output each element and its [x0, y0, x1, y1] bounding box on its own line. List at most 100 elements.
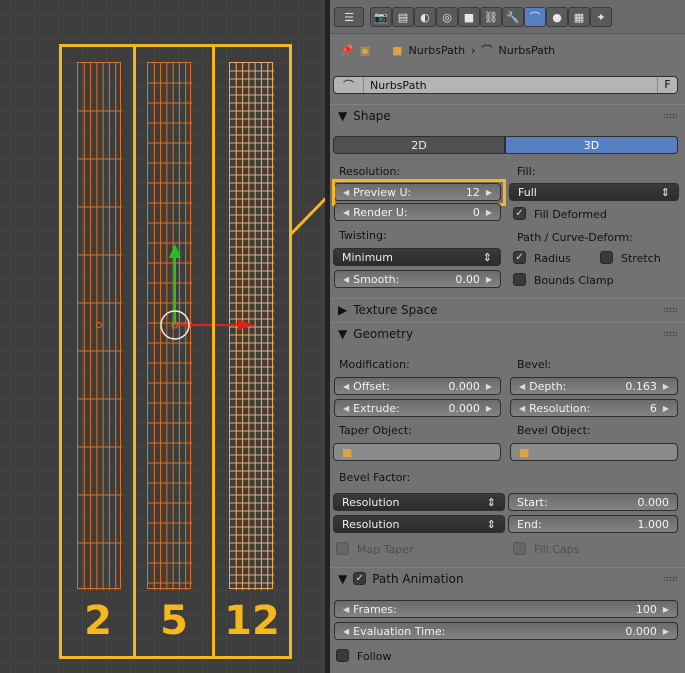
bevel-object-label: Bevel Object: — [517, 424, 591, 437]
render-u-field[interactable]: ◀ Render U: 0 ▶ — [334, 203, 501, 221]
datablock-name[interactable]: NurbsPath — [364, 79, 657, 92]
field-label: Depth: — [529, 379, 567, 393]
arrow-right-icon[interactable]: ▶ — [663, 627, 669, 636]
panel-texture-space-header[interactable]: ▶ Texture Space — [330, 298, 685, 320]
bevel-factor-mapping-start[interactable]: Resolution ⇕ — [333, 493, 505, 511]
properties-editor: ☰ 📷 ▤ ◐ ◎ ■ ⛓ 🔧 ⌒ ● ▦ ✦ 📌 ▣ ■ NurbsPath › ⌒ NurbsP… — [330, 0, 685, 673]
panel-path-animation-header[interactable]: ▼ ✓ Path Animation — [330, 567, 685, 589]
frames-field[interactable]: ◀ Frames: 100 ▶ — [334, 600, 678, 618]
offset-field[interactable]: ◀ Offset: 0.000 ▶ — [334, 377, 501, 395]
field-value: 0.163 — [625, 379, 657, 393]
panel-title: Geometry — [353, 326, 414, 341]
scene-icon[interactable]: ◐ — [414, 7, 436, 27]
updown-icon: ⇕ — [486, 517, 496, 531]
arrow-right-icon[interactable]: ▶ — [663, 404, 669, 413]
fill-caps-checkbox[interactable] — [513, 542, 526, 555]
smooth-field[interactable]: ◀ Smooth: 0.00 ▶ — [334, 270, 501, 288]
panel-shape-header[interactable]: ▼ Shape — [330, 104, 685, 126]
arrow-right-icon[interactable]: ▶ — [663, 382, 669, 391]
breadcrumb-object: NurbsPath — [408, 43, 466, 57]
arrow-right-icon[interactable]: ▶ — [486, 382, 492, 391]
3d-viewport[interactable]: 2 5 12 — [0, 0, 330, 673]
datablock-selector[interactable]: ⌒ NurbsPath F — [333, 76, 678, 94]
field-label: Evaluation Time: — [353, 624, 446, 638]
bevel-resolution-field[interactable]: ◀ Resolution: 6 ▶ — [510, 399, 678, 417]
field-label: Offset: — [353, 379, 390, 393]
path-deform-label: Path / Curve-Deform: — [517, 231, 633, 244]
tab-3d[interactable]: 3D — [505, 136, 678, 154]
follow-checkbox[interactable] — [336, 649, 349, 662]
highlight-box-res-5 — [133, 44, 215, 659]
drag-grip-icon[interactable] — [663, 576, 677, 581]
stretch-checkbox[interactable] — [600, 251, 613, 264]
arrow-right-icon[interactable]: ▶ — [486, 208, 492, 217]
bevel-end-field[interactable]: End: 1.000 — [508, 515, 678, 533]
mapping-value: Resolution — [342, 517, 400, 531]
fill-deformed-checkbox[interactable]: ✓ — [513, 207, 526, 220]
breadcrumb-data: NurbsPath — [498, 43, 556, 57]
evaluation-time-field[interactable]: ◀ Evaluation Time: 0.000 ▶ — [334, 622, 678, 640]
curve-data-icon[interactable]: ⌒ — [524, 7, 546, 27]
drag-grip-icon[interactable] — [663, 113, 677, 118]
field-label: Smooth: — [353, 272, 400, 286]
resolution-label: Resolution: — [339, 165, 401, 178]
fill-label: Fill: — [517, 165, 536, 178]
texture-icon[interactable]: ▦ — [568, 7, 590, 27]
depth-field[interactable]: ◀ Depth: 0.163 ▶ — [510, 377, 678, 395]
constraints-icon[interactable]: ⛓ — [480, 7, 502, 27]
updown-icon: ⇕ — [482, 250, 492, 264]
field-label: Start: — [517, 495, 548, 509]
fake-user-button[interactable]: F — [657, 77, 677, 93]
callout-line — [290, 192, 330, 235]
radius-checkbox[interactable]: ✓ — [513, 251, 526, 264]
taper-object-field[interactable]: ■ — [333, 443, 501, 461]
render-layers-icon[interactable]: ▤ — [392, 7, 414, 27]
editor-type-menu[interactable]: ☰ — [334, 7, 364, 27]
triangle-down-icon: ▼ — [338, 571, 348, 586]
bevel-object-field[interactable]: ■ — [510, 443, 678, 461]
twisting-value: Minimum — [342, 250, 393, 264]
highlight-box-res-12 — [212, 44, 292, 659]
extrude-field[interactable]: ◀ Extrude: 0.000 ▶ — [334, 399, 501, 417]
triangle-down-icon: ▼ — [338, 108, 348, 123]
modifiers-icon[interactable]: 🔧 — [502, 7, 524, 27]
path-animation-checkbox[interactable]: ✓ — [353, 572, 367, 585]
modification-label: Modification: — [339, 358, 410, 371]
arrow-right-icon[interactable]: ▶ — [663, 605, 669, 614]
field-value: 0.000 — [637, 495, 670, 509]
curve-data-icon: ⌒ — [481, 44, 493, 57]
drag-grip-icon[interactable] — [663, 331, 677, 336]
world-icon[interactable]: ◎ — [436, 7, 458, 27]
field-value: 0 — [472, 205, 480, 219]
bounds-clamp-label: Bounds Clamp — [534, 274, 614, 287]
field-label: Render U: — [353, 205, 408, 219]
field-label: Extrude: — [353, 401, 400, 415]
fill-dropdown[interactable]: Full ⇕ — [509, 183, 679, 201]
particles-icon[interactable]: ✦ — [590, 7, 612, 27]
panel-geometry-header[interactable]: ▼ Geometry — [330, 322, 685, 344]
object-icon: ■ — [519, 445, 530, 459]
curve-data-icon[interactable]: ⌒ — [334, 77, 364, 93]
twisting-dropdown[interactable]: Minimum ⇕ — [333, 248, 501, 266]
drag-grip-icon[interactable] — [663, 307, 677, 312]
bounds-clamp-checkbox[interactable] — [513, 273, 526, 286]
fill-caps-label: Fill Caps — [534, 543, 580, 556]
fill-deformed-label: Fill Deformed — [534, 208, 607, 221]
twisting-label: Twisting: — [339, 229, 387, 242]
field-value: 0.000 — [625, 624, 657, 638]
render-icon[interactable]: 📷 — [370, 7, 392, 27]
bevel-start-field[interactable]: Start: 0.000 — [508, 493, 678, 511]
highlight-preview-u — [332, 179, 506, 206]
bevel-factor-mapping-end[interactable]: Resolution ⇕ — [333, 515, 505, 533]
material-icon[interactable]: ● — [546, 7, 568, 27]
map-taper-checkbox[interactable] — [336, 542, 349, 555]
taper-object-label: Taper Object: — [339, 424, 412, 437]
pin-icon[interactable]: 📌 — [340, 44, 354, 57]
panel-title: Texture Space — [353, 302, 438, 317]
object-icon[interactable]: ■ — [458, 7, 480, 27]
arrow-right-icon[interactable]: ▶ — [486, 275, 492, 284]
map-taper-label: Map Taper — [357, 543, 414, 556]
arrow-right-icon[interactable]: ▶ — [486, 404, 492, 413]
breadcrumb: 📌 ▣ ■ NurbsPath › ⌒ NurbsPath — [340, 40, 555, 60]
tab-2d[interactable]: 2D — [333, 136, 505, 154]
